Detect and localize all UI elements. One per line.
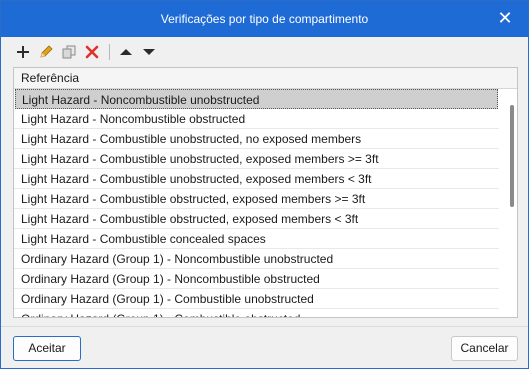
add-button[interactable] [13,42,33,62]
move-down-icon [143,49,155,55]
list-item[interactable]: Light Hazard - Combustible unobstructed,… [14,149,499,169]
reference-list: Referência Light Hazard - Noncombustible… [13,67,518,318]
list-body: Light Hazard - Noncombustible unobstruct… [14,89,517,317]
delete-button[interactable] [82,42,102,62]
copy-icon [62,45,76,59]
delete-icon [85,45,99,59]
close-button[interactable]: ✕ [496,9,514,27]
window-title: Verificações por tipo de compartimento [160,12,369,26]
add-icon [17,46,29,58]
accept-button[interactable]: Aceitar [13,336,81,361]
list-item[interactable]: Light Hazard - Combustible obstructed, e… [14,189,499,209]
move-up-icon [120,49,132,55]
list-item[interactable]: Light Hazard - Combustible concealed spa… [14,229,499,249]
cancel-button[interactable]: Cancelar [451,336,518,361]
list-item[interactable]: Ordinary Hazard (Group 1) - Noncombustib… [14,269,499,289]
list-item[interactable]: Light Hazard - Combustible unobstructed,… [14,129,499,149]
toolbar-separator [109,44,110,60]
list-item[interactable]: Ordinary Hazard (Group 1) - Combustible … [14,289,499,309]
copy-button[interactable] [59,42,79,62]
list-item[interactable]: Light Hazard - Combustible obstructed, e… [14,209,499,229]
edit-button[interactable] [36,42,56,62]
list-item[interactable]: Light Hazard - Noncombustible unobstruct… [15,89,498,109]
toolbar [13,41,162,63]
dialog-window: Verificações por tipo de compartimento ✕ [0,0,529,369]
title-bar: Verificações por tipo de compartimento ✕ [1,1,528,37]
list-item[interactable]: Ordinary Hazard (Group 1) - Combustible … [14,309,499,317]
footer-divider [1,326,528,327]
move-down-button[interactable] [139,42,159,62]
move-up-button[interactable] [116,42,136,62]
list-item[interactable]: Light Hazard - Noncombustible obstructed [14,109,499,129]
vertical-scrollbar[interactable] [510,105,514,207]
pencil-icon [40,45,53,58]
list-item[interactable]: Ordinary Hazard (Group 1) - Noncombustib… [14,249,499,269]
list-item[interactable]: Light Hazard - Combustible unobstructed,… [14,169,499,189]
column-header-reference[interactable]: Referência [14,68,517,89]
